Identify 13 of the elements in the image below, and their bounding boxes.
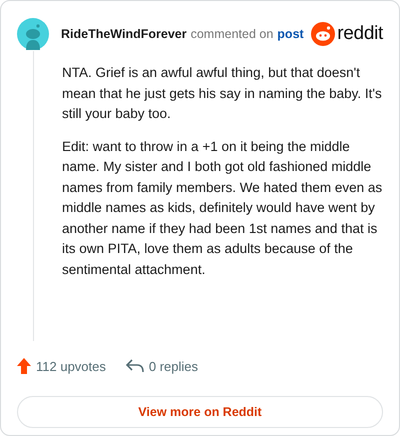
reply-icon — [126, 359, 144, 373]
comment-paragraph: Edit: want to throw in a +1 on it being the middle name. My sister and I both got old fashioned middle names from family members. We hated them even as middle names as kids, definitely would have went by another name if they had been 1st names and that is its own PITA, love them as adults because of the sentimental attachment. — [62, 138, 383, 278]
view-more-button[interactable]: View more on Reddit — [17, 396, 383, 428]
reply-count: 0 replies — [148, 358, 198, 374]
post-link[interactable]: post — [277, 27, 304, 41]
brand-name: reddit — [337, 23, 383, 45]
action-text: commented on — [190, 27, 274, 41]
alien-icon — [311, 22, 336, 46]
comment-paragraph: NTA. Grief is an awful awful thing, but that doesn't mean that he just gets his say in naming the baby. It's still your baby too. — [62, 64, 383, 123]
author-name[interactable]: RideTheWindForever — [61, 27, 187, 41]
upvote-icon — [17, 358, 31, 374]
avatar-icon — [17, 18, 49, 50]
upvote-count: 112 upvotes — [36, 358, 106, 374]
